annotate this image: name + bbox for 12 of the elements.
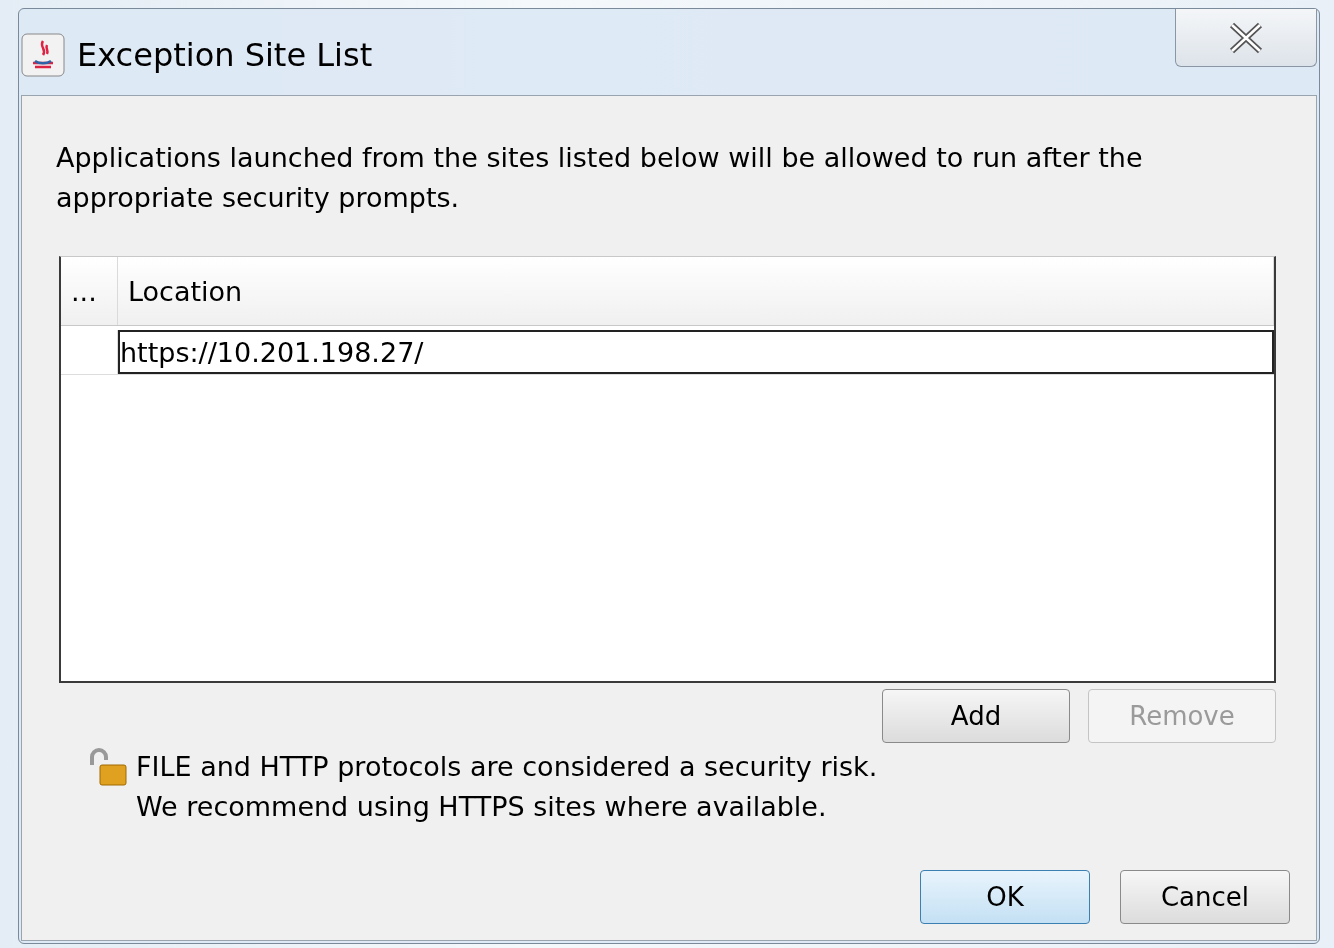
add-button[interactable]: Add <box>882 689 1070 743</box>
table-cell[interactable]: https://10.201.198.27/ <box>118 330 1274 374</box>
close-button[interactable] <box>1175 9 1317 67</box>
cancel-button[interactable]: Cancel <box>1120 870 1290 924</box>
column-header[interactable]: ... <box>71 275 97 307</box>
window-title: Exception Site List <box>77 36 373 74</box>
app-icon <box>21 33 65 77</box>
description-text: Applications launched from the sites listed below will be allowed to run after the appropriate security prompts. <box>56 141 1144 215</box>
warning-text: We recommend using HTTPS sites where available. <box>136 790 828 824</box>
warning-text: FILE and HTTP protocols are considered a security risk. <box>136 750 878 784</box>
ok-button[interactable]: OK <box>920 870 1090 924</box>
column-header[interactable]: Location <box>128 275 243 307</box>
